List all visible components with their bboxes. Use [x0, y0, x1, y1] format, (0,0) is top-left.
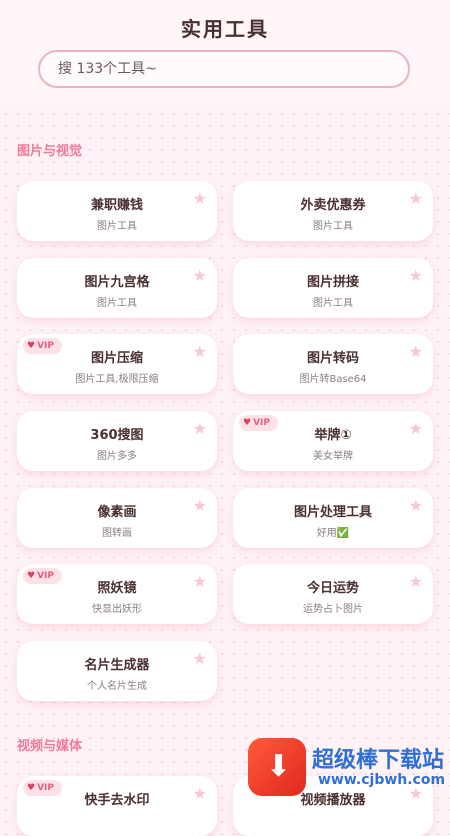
tool-card[interactable]: ♥ VIP 举牌① 美女举牌 ★	[233, 411, 433, 471]
tool-card[interactable]: 360搜图 图片多多 ★	[17, 411, 217, 471]
tool-subtitle: 图片多多	[97, 451, 137, 462]
watermark-logo: ⬇ 超级棒下载站 www.cjbwh.com	[248, 734, 450, 800]
tool-name: 兼职赚钱	[90, 198, 143, 213]
star-icon[interactable]: ★	[193, 784, 207, 803]
tool-name: 今日运势	[306, 581, 359, 596]
star-icon[interactable]: ★	[193, 189, 207, 208]
tool-subtitle: 美女举牌	[313, 451, 353, 462]
tool-card[interactable]: 图片转码 图片转Base64 ★	[233, 334, 433, 394]
tool-card[interactable]: ♥ VIP 照妖镜 快显出妖形 ★	[17, 564, 217, 624]
star-icon[interactable]: ★	[193, 496, 207, 515]
star-icon[interactable]: ★	[409, 572, 423, 591]
star-icon[interactable]: ★	[409, 266, 423, 285]
tool-card[interactable]: 名片生成器 个人名片生成 ★	[17, 641, 217, 701]
tool-name: 名片生成器	[84, 658, 150, 673]
tool-name: 快手去水印	[84, 793, 150, 808]
star-icon[interactable]: ★	[409, 419, 423, 438]
tool-card[interactable]: ♥ VIP 图片压缩 图片工具,极限压缩 ★	[17, 334, 217, 394]
download-icon: ⬇	[248, 738, 306, 796]
tool-card[interactable]: 像素画 图转画 ★	[17, 488, 217, 548]
tool-card[interactable]: 图片九宫格 图片工具 ★	[17, 258, 217, 318]
tool-subtitle: 运势占卜图片	[303, 604, 363, 615]
star-icon[interactable]: ★	[193, 419, 207, 438]
section-title-image: 图片与视觉	[17, 144, 83, 159]
tool-card[interactable]: 图片处理工具 好用✅ ★	[233, 488, 433, 548]
tool-name: 图片处理工具	[293, 505, 372, 520]
tool-name: 图片压缩	[90, 351, 143, 366]
tool-name: 外卖优惠券	[300, 198, 366, 213]
star-icon[interactable]: ★	[193, 572, 207, 591]
watermark-url: www.cjbwh.com	[318, 772, 446, 788]
tool-subtitle: 快显出妖形	[92, 604, 142, 615]
tool-subtitle: 图片工具	[313, 298, 353, 309]
tool-subtitle: 图片转Base64	[299, 374, 367, 385]
section-title-video: 视频与媒体	[17, 739, 83, 754]
page-title: 实用工具	[181, 17, 269, 41]
star-icon[interactable]: ★	[409, 342, 423, 361]
tool-name: 举牌①	[314, 428, 352, 443]
star-icon[interactable]: ★	[409, 496, 423, 515]
tool-subtitle: 好用✅	[316, 528, 350, 539]
header: 实用工具 搜 133个工具~	[0, 0, 450, 106]
tool-subtitle: 个人名片生成	[87, 681, 147, 692]
tool-subtitle: 图片工具,极限压缩	[75, 374, 159, 385]
star-icon[interactable]: ★	[193, 649, 207, 668]
star-icon[interactable]: ★	[193, 342, 207, 361]
watermark-brand: 超级棒下载站	[312, 748, 445, 773]
tool-card[interactable]: 兼职赚钱 图片工具 ★	[17, 181, 217, 241]
tool-card[interactable]: 图片拼接 图片工具 ★	[233, 258, 433, 318]
tool-name: 图片拼接	[306, 275, 359, 290]
tool-name: 照妖镜	[97, 581, 137, 596]
star-icon[interactable]: ★	[409, 189, 423, 208]
tool-subtitle: 图转画	[102, 528, 132, 539]
tool-card[interactable]: 今日运势 运势占卜图片 ★	[233, 564, 433, 624]
tool-card[interactable]: 外卖优惠券 图片工具 ★	[233, 181, 433, 241]
tool-card[interactable]: ♥ VIP 快手去水印 ★	[17, 776, 217, 836]
tool-name: 图片转码	[306, 351, 359, 366]
search-input[interactable]: 搜 133个工具~	[38, 50, 410, 88]
tool-subtitle: 图片工具	[97, 221, 137, 232]
tool-subtitle: 图片工具	[313, 221, 353, 232]
tool-subtitle: 图片工具	[97, 298, 137, 309]
tool-name: 360搜图	[90, 428, 144, 443]
tool-name: 图片九宫格	[84, 275, 150, 290]
star-icon[interactable]: ★	[193, 266, 207, 285]
tool-name: 像素画	[97, 505, 137, 520]
